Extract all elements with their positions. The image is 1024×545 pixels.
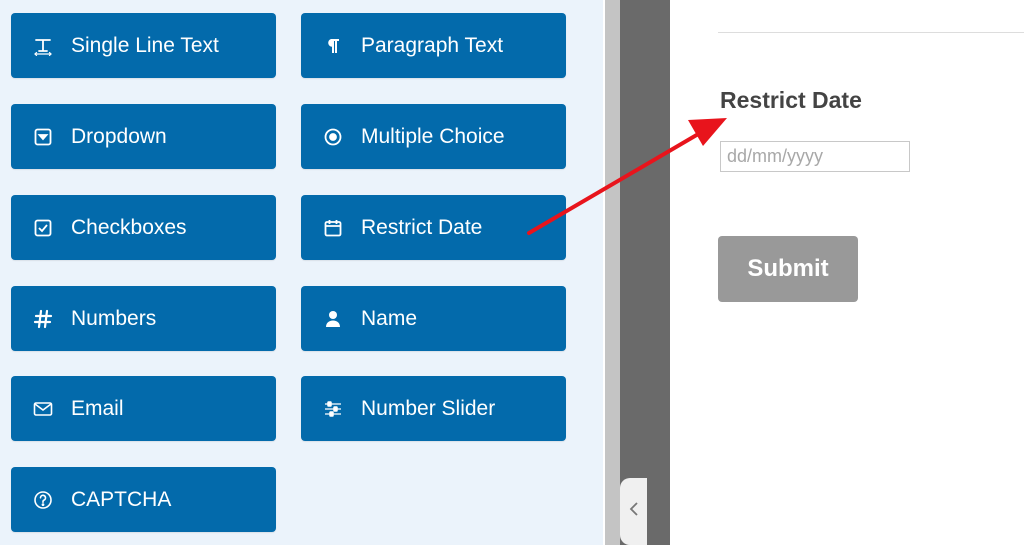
number-slider-label: Number Slider	[361, 396, 496, 420]
multiple-choice-label: Multiple Choice	[361, 124, 505, 148]
preview-gutter	[620, 0, 670, 545]
calendar-icon	[323, 218, 343, 238]
single-line-text-label: Single Line Text	[71, 33, 219, 57]
user-icon	[323, 309, 343, 329]
restrict-date-field-label: Restrict Date	[720, 87, 862, 113]
captcha-button[interactable]: CAPTCHA	[11, 467, 276, 532]
dropdown-icon	[33, 127, 53, 147]
pilcrow-icon	[323, 36, 343, 56]
dropdown-label: Dropdown	[71, 124, 167, 148]
multiple-choice-button[interactable]: Multiple Choice	[301, 104, 566, 169]
checkboxes-label: Checkboxes	[71, 215, 187, 239]
single-line-text-button[interactable]: Single Line Text	[11, 13, 276, 78]
date-input[interactable]	[720, 141, 910, 172]
number-slider-button[interactable]: Number Slider	[301, 376, 566, 441]
field-palette: Single Line Text Paragraph Text Dropdown…	[0, 0, 603, 545]
radio-icon	[323, 127, 343, 147]
form-preview: Restrict Date Submit	[670, 0, 1024, 545]
hash-icon	[33, 309, 53, 329]
email-label: Email	[71, 396, 124, 420]
chevron-left-icon	[628, 501, 640, 522]
restrict-date-button[interactable]: Restrict Date	[301, 195, 566, 260]
email-button[interactable]: Email	[11, 376, 276, 441]
checkbox-icon	[33, 218, 53, 238]
collapse-panel-button[interactable]	[620, 478, 647, 545]
paragraph-text-label: Paragraph Text	[361, 33, 504, 57]
preview-divider	[718, 32, 1024, 33]
text-cursor-icon	[33, 36, 53, 56]
numbers-label: Numbers	[71, 306, 157, 330]
submit-button[interactable]: Submit	[718, 236, 858, 302]
paragraph-text-button[interactable]: Paragraph Text	[301, 13, 566, 78]
scrollbar[interactable]	[605, 0, 620, 545]
sliders-icon	[323, 399, 343, 419]
captcha-label: CAPTCHA	[71, 487, 172, 511]
numbers-button[interactable]: Numbers	[11, 286, 276, 351]
checkboxes-button[interactable]: Checkboxes	[11, 195, 276, 260]
dropdown-button[interactable]: Dropdown	[11, 104, 276, 169]
restrict-date-label: Restrict Date	[361, 215, 483, 239]
question-circle-icon	[33, 490, 53, 510]
name-label: Name	[361, 306, 418, 330]
name-button[interactable]: Name	[301, 286, 566, 351]
envelope-icon	[33, 399, 53, 419]
